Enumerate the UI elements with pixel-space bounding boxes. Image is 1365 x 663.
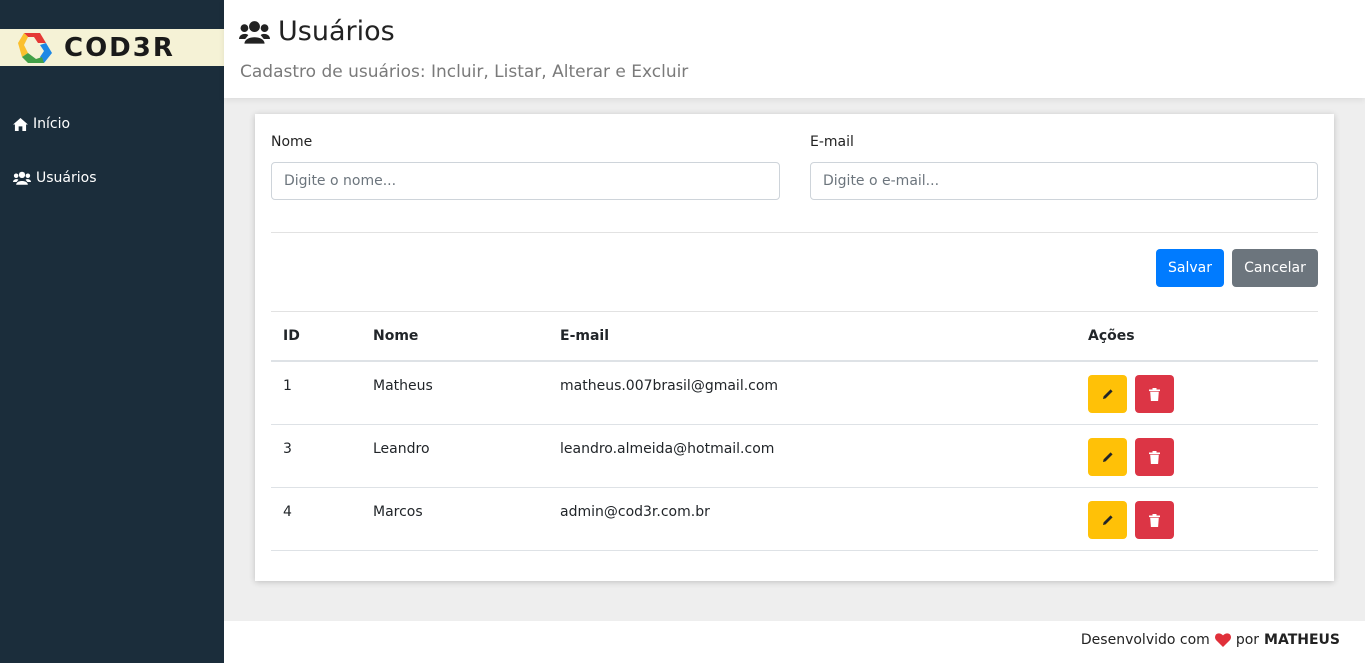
- pencil-icon: [1102, 389, 1113, 399]
- trash-icon: [1149, 387, 1160, 401]
- pencil-icon: [1102, 452, 1113, 462]
- sidebar-item-label: Início: [33, 116, 71, 132]
- table-row: 4 Marcos admin@cod3r.com.br: [271, 488, 1318, 551]
- column-header-name: Nome: [373, 328, 419, 344]
- name-input[interactable]: [271, 162, 780, 200]
- footer-credit: Desenvolvido com por MATHEUS: [1081, 632, 1340, 648]
- cell-id: 4: [283, 504, 292, 520]
- delete-button[interactable]: [1135, 438, 1174, 476]
- footer-text-mid: por: [1235, 632, 1260, 648]
- heart-icon: [1214, 633, 1231, 647]
- sidebar: COD3R Início Usuários: [0, 0, 224, 663]
- cell-email: leandro.almeida@hotmail.com: [560, 441, 775, 457]
- home-icon: [13, 117, 28, 131]
- cod3r-logo-icon: [18, 32, 52, 63]
- column-header-actions: Ações: [1088, 328, 1135, 344]
- users-icon: [13, 171, 31, 185]
- email-input[interactable]: [810, 162, 1318, 200]
- edit-button[interactable]: [1088, 438, 1127, 476]
- brand-logo[interactable]: COD3R: [0, 29, 224, 66]
- name-label: Nome: [271, 134, 313, 150]
- form-divider: [271, 232, 1318, 233]
- delete-button[interactable]: [1135, 501, 1174, 539]
- email-label: E-mail: [810, 134, 854, 150]
- table-row: 3 Leandro leandro.almeida@hotmail.com: [271, 425, 1318, 488]
- footer-author: MATHEUS: [1264, 632, 1340, 648]
- page-title-text: Usuários: [278, 16, 395, 47]
- cell-email: matheus.007brasil@gmail.com: [560, 378, 779, 394]
- save-button[interactable]: Salvar: [1156, 249, 1224, 287]
- footer-text-prefix: Desenvolvido com: [1080, 632, 1210, 648]
- cell-id: 1: [283, 378, 292, 394]
- page-subtitle: Cadastro de usuários: Incluir, Listar, A…: [240, 62, 689, 82]
- cell-email: admin@cod3r.com.br: [560, 504, 710, 520]
- cancel-button[interactable]: Cancelar: [1232, 249, 1318, 287]
- page-footer: Desenvolvido com por MATHEUS: [224, 621, 1365, 663]
- table-top-divider: [271, 311, 1318, 312]
- cell-name: Matheus: [373, 378, 433, 394]
- table-row: 1 Matheus matheus.007brasil@gmail.com: [271, 362, 1318, 425]
- sidebar-item-label: Usuários: [36, 170, 97, 186]
- users-icon: [239, 20, 270, 44]
- edit-button[interactable]: [1088, 501, 1127, 539]
- column-header-email: E-mail: [560, 328, 610, 344]
- sidebar-item-inicio[interactable]: Início: [13, 116, 70, 132]
- cell-id: 3: [283, 441, 292, 457]
- delete-button[interactable]: [1135, 375, 1174, 413]
- trash-icon: [1149, 513, 1160, 527]
- pencil-icon: [1102, 515, 1113, 525]
- page-header: Usuários Cadastro de usuários: Incluir, …: [224, 0, 1365, 98]
- trash-icon: [1149, 450, 1160, 464]
- column-header-id: ID: [283, 328, 300, 344]
- edit-button[interactable]: [1088, 375, 1127, 413]
- cell-name: Leandro: [373, 441, 430, 457]
- page-title: Usuários: [239, 16, 395, 47]
- brand-name: COD3R: [64, 32, 175, 63]
- user-form-card: Nome E-mail Salvar Cancelar ID Nome E-ma…: [255, 114, 1334, 581]
- sidebar-item-usuarios[interactable]: Usuários: [13, 170, 97, 186]
- cell-name: Marcos: [373, 504, 423, 520]
